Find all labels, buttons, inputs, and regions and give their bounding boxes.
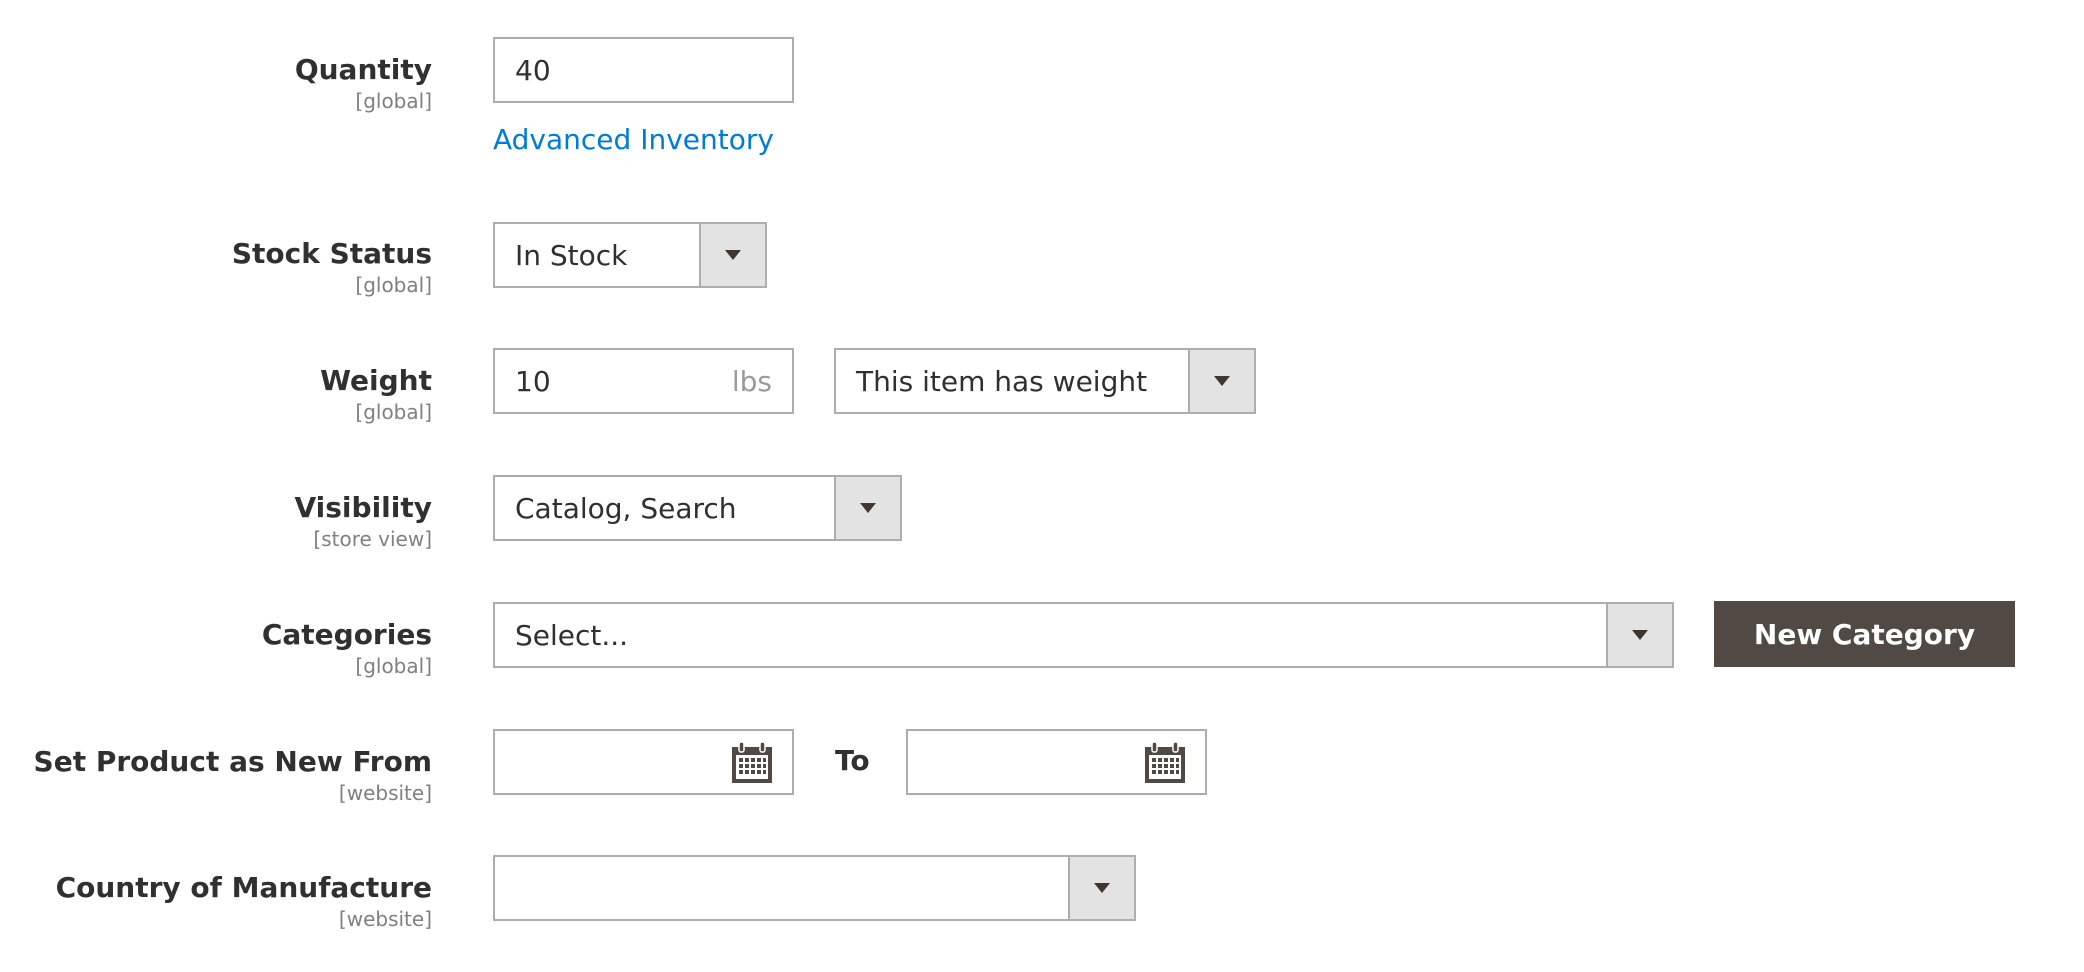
quantity-label-group: Quantity [global] <box>295 52 432 114</box>
weight-type-select[interactable]: This item has weight <box>834 348 1256 414</box>
new-category-button[interactable]: New Category <box>1714 601 2015 667</box>
new-to-date-input[interactable] <box>906 729 1207 795</box>
categories-label-group: Categories [global] <box>262 617 432 679</box>
weight-type-dropdown-button[interactable] <box>1188 350 1254 412</box>
chevron-down-icon <box>725 250 741 260</box>
visibility-label-group: Visibility [store view] <box>294 490 432 552</box>
stock-status-dropdown-button[interactable] <box>699 224 765 286</box>
quantity-value: 40 <box>515 53 551 87</box>
stock-status-scope: [global] <box>355 273 432 297</box>
weight-input[interactable]: 10 lbs <box>493 348 794 414</box>
advanced-inventory-link[interactable]: Advanced Inventory <box>493 123 774 156</box>
weight-unit: lbs <box>731 364 772 398</box>
country-label: Country of Manufacture <box>55 871 432 904</box>
date-to-label: To <box>835 744 870 777</box>
categories-label: Categories <box>261 618 432 651</box>
visibility-dropdown-button[interactable] <box>834 477 900 539</box>
visibility-value: Catalog, Search <box>515 491 737 525</box>
new-from-label: Set Product as New From <box>33 745 432 778</box>
visibility-select[interactable]: Catalog, Search <box>493 475 902 541</box>
chevron-down-icon <box>1632 630 1648 640</box>
visibility-scope: [store view] <box>313 527 432 551</box>
chevron-down-icon <box>1094 883 1110 893</box>
quantity-label: Quantity <box>294 53 432 86</box>
categories-placeholder: Select... <box>515 618 629 652</box>
new-from-scope: [website] <box>338 781 432 805</box>
weight-value: 10 <box>515 364 551 398</box>
stock-status-value: In Stock <box>515 238 628 272</box>
country-label-group: Country of Manufacture [website] <box>56 870 432 932</box>
chevron-down-icon <box>860 503 876 513</box>
calendar-icon[interactable] <box>730 741 774 789</box>
weight-scope: [global] <box>355 400 432 424</box>
new-from-date-input[interactable] <box>493 729 794 795</box>
quantity-scope: [global] <box>355 89 432 113</box>
visibility-label: Visibility <box>294 491 432 524</box>
categories-dropdown-button[interactable] <box>1606 604 1672 666</box>
quantity-input[interactable]: 40 <box>493 37 794 103</box>
country-value <box>495 857 1068 919</box>
weight-type-value: This item has weight <box>856 364 1148 398</box>
stock-status-label-group: Stock Status [global] <box>232 236 432 298</box>
country-scope: [website] <box>338 907 432 931</box>
weight-label-group: Weight [global] <box>320 363 432 425</box>
calendar-icon[interactable] <box>1143 741 1187 789</box>
weight-label: Weight <box>320 364 432 397</box>
categories-select[interactable]: Select... <box>493 602 1674 668</box>
country-dropdown-button[interactable] <box>1068 857 1134 919</box>
stock-status-select[interactable]: In Stock <box>493 222 767 288</box>
chevron-down-icon <box>1214 376 1230 386</box>
new-from-label-group: Set Product as New From [website] <box>34 744 432 806</box>
categories-scope: [global] <box>355 654 432 678</box>
country-select[interactable] <box>493 855 1136 921</box>
stock-status-label: Stock Status <box>231 237 432 270</box>
